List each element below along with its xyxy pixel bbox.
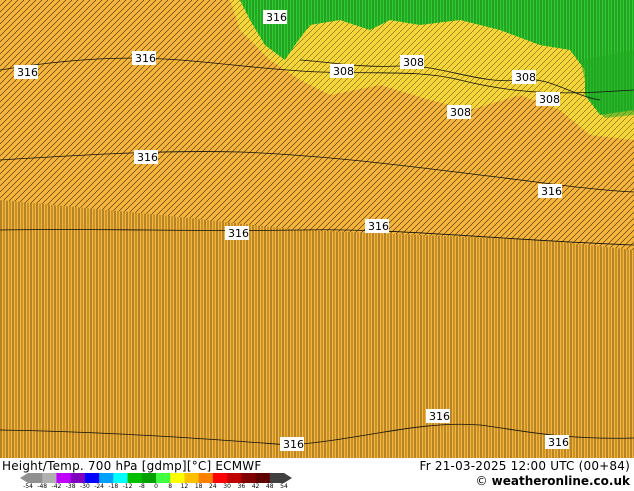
colorbar-tick-label: 30 [223, 483, 231, 490]
colorbar-swatch [70, 473, 86, 483]
colorbar-legend [20, 473, 292, 483]
colorbar-tick-label: 8 [168, 483, 173, 490]
contour-label: 316 [17, 66, 38, 79]
credit-text: weatheronline.co.uk [491, 474, 630, 488]
colorbar-tick-label: -24 [94, 483, 105, 490]
valid-time: Fr 21-03-2025 12:00 UTC (00+84) [419, 459, 630, 473]
contour-label: 308 [403, 56, 424, 69]
contour-label: 316 [228, 227, 249, 240]
colorbar-tick-label: 18 [194, 483, 203, 490]
colorbar-swatch [156, 473, 171, 483]
colorbar-tick-label: 54 [280, 483, 288, 490]
colorbar-tick-label: 24 [209, 483, 217, 490]
colorbar-tick-label: 48 [265, 483, 274, 490]
colorbar-tick-label: -8 [138, 483, 145, 490]
colorbar-tick-label: -12 [122, 483, 133, 490]
contour-label: 308 [450, 106, 471, 119]
colorbar-swatch [28, 473, 43, 483]
credit[interactable]: © weatheronline.co.uk [475, 474, 630, 488]
map-footer: Height/Temp. 700 hPa [gdmp][°C] ECMWF Fr… [0, 458, 634, 490]
colorbar-swatch [212, 473, 228, 483]
colorbar-swatch [255, 473, 271, 483]
colorbar-swatch [127, 473, 143, 483]
colorbar-swatch [198, 473, 214, 483]
contour-label: 316 [548, 436, 569, 449]
contour-label: 316 [541, 185, 562, 198]
contour-label: 316 [283, 438, 304, 451]
colorbar-tick-label: -54 [23, 483, 33, 490]
colorbar-swatch [84, 473, 100, 483]
colorbar-tick-label: 36 [237, 483, 246, 490]
contour-label: 308 [539, 93, 560, 106]
colorbar-swatch [42, 473, 57, 483]
map-title: Height/Temp. 700 hPa [gdmp][°C] ECMWF [2, 459, 262, 473]
contour-label: 316 [137, 151, 158, 164]
colorbar-tick-label: 12 [180, 483, 189, 490]
colorbar-tick-label: -42 [51, 483, 62, 490]
contour-label: 316 [135, 52, 156, 65]
contour-label: 308 [515, 71, 536, 84]
contour-label: 316 [429, 410, 450, 423]
colorbar-arrow-left [20, 473, 28, 483]
colorbar-swatch [141, 473, 157, 483]
colorbar-swatch [170, 473, 185, 483]
colorbar-swatch [241, 473, 257, 483]
colorbar-tick-label: -30 [79, 483, 90, 490]
colorbar-tick-label: 0 [154, 483, 158, 490]
weather-map: 316 316 316 308 308 308 308 308 316 316 … [0, 0, 634, 458]
colorbar-swatch [269, 473, 285, 483]
colorbar-arrow-right [284, 473, 292, 483]
colorbar-swatch [227, 473, 242, 483]
colorbar-swatch [56, 473, 72, 483]
colorbar-tick-label: -38 [65, 483, 76, 490]
contour-label: 316 [266, 11, 287, 24]
colorbar-swatch [184, 473, 200, 483]
colorbar-tick-label: -18 [108, 483, 119, 490]
copyright-symbol: © [475, 474, 488, 488]
colorbar-swatch [113, 473, 129, 483]
colorbar-swatch [99, 473, 114, 483]
colorbar-tick-label: -48 [37, 483, 48, 490]
colorbar-tick-label: 42 [251, 483, 260, 490]
map-canvas: 316 316 316 308 308 308 308 308 316 316 … [0, 0, 634, 458]
contour-label: 308 [333, 65, 354, 78]
contour-label: 316 [368, 220, 389, 233]
